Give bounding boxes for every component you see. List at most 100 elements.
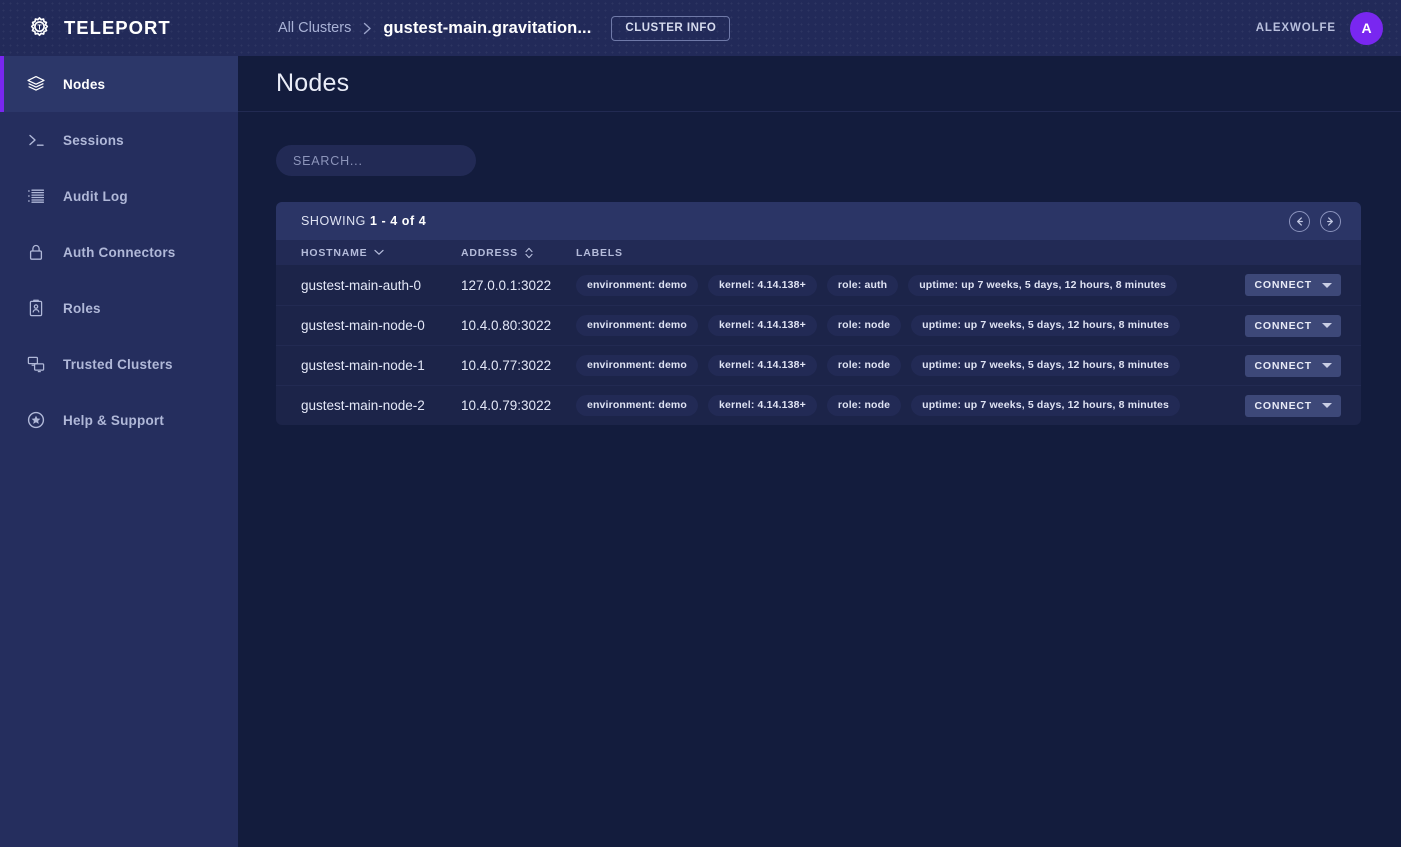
connect-button[interactable]: CONNECT <box>1245 355 1341 377</box>
teleport-gear-logo-icon: T <box>26 15 53 42</box>
label-pill: environment: demo <box>576 395 698 416</box>
page-title: Nodes <box>276 69 349 98</box>
column-header-address[interactable]: ADDRESS <box>461 247 576 259</box>
cell-hostname: gustest-main-node-0 <box>301 318 461 333</box>
cell-address: 10.4.0.80:3022 <box>461 318 576 333</box>
cell-hostname: gustest-main-node-2 <box>301 398 461 413</box>
chevron-down-icon <box>1322 323 1332 328</box>
sidebar-item-roles[interactable]: Roles <box>0 280 238 336</box>
sidebar-item-trusted-clusters[interactable]: Trusted Clusters <box>0 336 238 392</box>
content-area: SHOWING 1 - 4 of 4 <box>238 112 1401 425</box>
label-pill: uptime: up 7 weeks, 5 days, 12 hours, 8 … <box>908 275 1177 296</box>
cell-action: CONNECT <box>1231 355 1341 377</box>
main-content: Nodes SHOWING 1 - 4 of 4 <box>238 56 1401 847</box>
showing-count: SHOWING 1 - 4 of 4 <box>301 214 426 228</box>
chevron-down-icon <box>374 249 384 256</box>
two-screens-icon <box>25 353 47 375</box>
label-pill: environment: demo <box>576 315 698 336</box>
sidebar-item-label: Audit Log <box>63 189 128 204</box>
cell-labels: environment: demo kernel: 4.14.138+ role… <box>576 315 1231 336</box>
breadcrumb-all-clusters[interactable]: All Clusters <box>278 20 351 36</box>
column-label: ADDRESS <box>461 247 518 259</box>
label-pill: environment: demo <box>576 275 698 296</box>
label-pill: role: node <box>827 395 901 416</box>
cell-address: 127.0.0.1:3022 <box>461 278 576 293</box>
cell-action: CONNECT <box>1231 395 1341 417</box>
brand[interactable]: T TELEPORT <box>0 0 238 56</box>
sidebar: Nodes Sessions Audit Log <box>0 56 238 847</box>
connect-button[interactable]: CONNECT <box>1245 315 1341 337</box>
sidebar-item-label: Auth Connectors <box>63 245 176 260</box>
brand-name: TELEPORT <box>64 17 171 39</box>
page-header: Nodes <box>238 56 1401 112</box>
cell-hostname: gustest-main-node-1 <box>301 358 461 373</box>
username-label: ALEXWOLFE <box>1256 22 1336 34</box>
search-input[interactable] <box>276 145 476 176</box>
label-pill: uptime: up 7 weeks, 5 days, 12 hours, 8 … <box>911 315 1180 336</box>
svg-text:T: T <box>37 24 42 31</box>
lock-icon <box>25 241 47 263</box>
sidebar-item-label: Nodes <box>63 77 105 92</box>
clipboard-user-icon <box>25 297 47 319</box>
label-pill: kernel: 4.14.138+ <box>708 275 817 296</box>
sidebar-item-label: Trusted Clusters <box>63 357 173 372</box>
next-page-button[interactable] <box>1320 211 1341 232</box>
table-header-row: HOSTNAME ADDRESS LABELS <box>276 240 1361 265</box>
sidebar-item-nodes[interactable]: Nodes <box>0 56 238 112</box>
sidebar-item-label: Help & Support <box>63 413 164 428</box>
label-pill: environment: demo <box>576 355 698 376</box>
column-header-hostname[interactable]: HOSTNAME <box>301 247 461 259</box>
connect-button[interactable]: CONNECT <box>1245 395 1341 417</box>
column-header-labels: LABELS <box>576 247 1336 259</box>
chevron-down-icon <box>1322 283 1332 288</box>
top-bar: T TELEPORT All Clusters gustest-main.gra… <box>0 0 1401 56</box>
cell-labels: environment: demo kernel: 4.14.138+ role… <box>576 355 1231 376</box>
breadcrumb-chevron-icon <box>363 22 372 35</box>
cluster-info-button[interactable]: CLUSTER INFO <box>611 16 730 41</box>
connect-button[interactable]: CONNECT <box>1245 274 1341 296</box>
label-pill: role: node <box>827 315 901 336</box>
cell-action: CONNECT <box>1231 274 1341 296</box>
sidebar-item-sessions[interactable]: Sessions <box>0 112 238 168</box>
sidebar-item-help-support[interactable]: Help & Support <box>0 392 238 448</box>
label-pill: role: node <box>827 355 901 376</box>
showing-range: 1 - 4 of 4 <box>370 214 426 228</box>
arrow-left-icon <box>1293 215 1306 228</box>
showing-prefix: SHOWING <box>301 214 370 228</box>
table-body: gustest-main-auth-0 127.0.0.1:3022 envir… <box>276 265 1361 425</box>
cell-labels: environment: demo kernel: 4.14.138+ role… <box>576 275 1231 296</box>
label-pill: role: auth <box>827 275 898 296</box>
cell-hostname: gustest-main-auth-0 <box>301 278 461 293</box>
connect-button-label: CONNECT <box>1254 320 1312 332</box>
cell-address: 10.4.0.79:3022 <box>461 398 576 413</box>
sort-updown-icon <box>525 247 533 259</box>
cell-action: CONNECT <box>1231 315 1341 337</box>
teleport-app: T TELEPORT All Clusters gustest-main.gra… <box>0 0 1401 847</box>
label-pill: kernel: 4.14.138+ <box>708 315 817 336</box>
sidebar-item-audit-log[interactable]: Audit Log <box>0 168 238 224</box>
label-pill: uptime: up 7 weeks, 5 days, 12 hours, 8 … <box>911 395 1180 416</box>
avatar[interactable]: A <box>1350 12 1383 45</box>
sidebar-item-label: Sessions <box>63 133 124 148</box>
label-pill: kernel: 4.14.138+ <box>708 395 817 416</box>
connect-button-label: CONNECT <box>1254 279 1312 291</box>
column-label: LABELS <box>576 247 623 259</box>
sidebar-item-auth-connectors[interactable]: Auth Connectors <box>0 224 238 280</box>
table-row: gustest-main-auth-0 127.0.0.1:3022 envir… <box>276 265 1361 305</box>
column-label: HOSTNAME <box>301 247 367 259</box>
pagination <box>1289 211 1341 232</box>
cell-labels: environment: demo kernel: 4.14.138+ role… <box>576 395 1231 416</box>
table-row: gustest-main-node-0 10.4.0.80:3022 envir… <box>276 305 1361 345</box>
user-menu: ALEXWOLFE A <box>1256 12 1383 45</box>
table-row: gustest-main-node-1 10.4.0.77:3022 envir… <box>276 345 1361 385</box>
breadcrumb-current-cluster: gustest-main.gravitation... <box>383 19 591 38</box>
nodes-table: SHOWING 1 - 4 of 4 <box>276 202 1361 425</box>
arrow-right-icon <box>1324 215 1337 228</box>
cell-address: 10.4.0.77:3022 <box>461 358 576 373</box>
chevron-down-icon <box>1322 363 1332 368</box>
sidebar-item-label: Roles <box>63 301 101 316</box>
search-bar <box>276 132 1363 176</box>
breadcrumb: All Clusters gustest-main.gravitation...… <box>278 16 1256 41</box>
previous-page-button[interactable] <box>1289 211 1310 232</box>
connect-button-label: CONNECT <box>1254 360 1312 372</box>
